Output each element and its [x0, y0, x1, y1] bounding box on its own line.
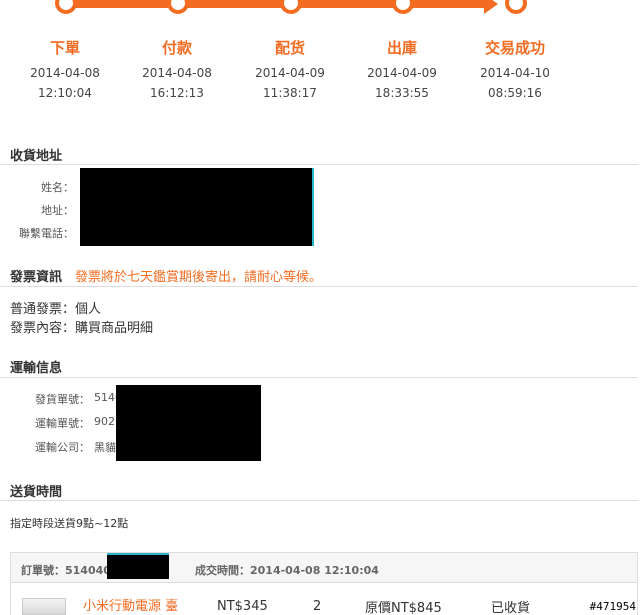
order-status: 已收貨	[491, 601, 531, 615]
step-time: 16:12:13	[150, 86, 204, 100]
divider	[0, 500, 638, 501]
order-box: 訂單號：514040 成交時間：2014-04-08 12:10:04 小米行動…	[10, 552, 638, 615]
product-price: NT$345	[217, 599, 268, 614]
step-dot	[280, 0, 302, 14]
step-label: 交易成功	[484, 39, 545, 57]
divider	[0, 164, 638, 165]
divider	[0, 377, 638, 378]
deal-time: 成交時間：2014-04-08 12:10:04	[195, 564, 379, 577]
step-label: 下單	[49, 39, 80, 57]
redacted-order-number	[107, 553, 169, 579]
delivery-text: 指定時段送貨9點~12點	[10, 517, 129, 530]
tracking-no-label: 運輸單號：	[35, 417, 90, 430]
step-time: 18:33:55	[375, 86, 429, 100]
original-price: 原價NT$845	[365, 601, 442, 615]
carrier-label: 運輸公司：	[35, 441, 90, 454]
step-date: 2014-04-08	[30, 66, 100, 80]
product-qty: 2	[313, 599, 322, 614]
name-label: 姓名：	[41, 181, 74, 194]
product-name-link[interactable]: 小米行動電源 臺	[83, 595, 178, 614]
redacted-shipping-block	[116, 385, 261, 461]
ship-no-label: 發貨單號：	[35, 393, 90, 406]
order-progress: 下單 2014-04-08 12:10:04 付款 2014-04-08 16:…	[0, 0, 640, 110]
address-label: 地址：	[41, 204, 74, 217]
order-number: 訂單號：514040	[21, 564, 111, 577]
invoice-content: 發票內容：購買商品明細	[10, 321, 154, 336]
step-time: 12:10:04	[38, 86, 92, 100]
invoice-type: 普通發票：個人	[10, 302, 102, 317]
invoice-notice: 發票將於七天鑑賞期後寄出，請耐心等候。	[75, 270, 323, 285]
step-date: 2014-04-09	[367, 66, 437, 80]
phone-label: 聯繫電話：	[19, 227, 74, 240]
product-thumbnail[interactable]	[22, 598, 66, 615]
invoice-title: 發票資訊	[10, 270, 63, 285]
step-label: 出庫	[386, 39, 417, 57]
step-dot	[392, 0, 414, 14]
step-date: 2014-04-10	[480, 66, 550, 80]
divider	[0, 286, 638, 287]
step-dot	[167, 0, 189, 14]
step-time: 11:38:17	[263, 86, 317, 100]
step-time: 08:59:16	[488, 86, 542, 100]
step-date: 2014-04-08	[142, 66, 212, 80]
step-label: 配货	[274, 39, 305, 57]
order-header: 訂單號：514040 成交時間：2014-04-08 12:10:04	[11, 553, 637, 583]
step-label: 付款	[161, 39, 192, 57]
redacted-address-block	[80, 168, 314, 246]
delivery-title: 送貨時間	[10, 485, 63, 500]
progress-line	[62, 0, 488, 8]
watermark: #471954	[589, 600, 636, 613]
shipping-title: 運輸信息	[10, 361, 63, 376]
step-dot	[55, 0, 77, 14]
carrier-value: 黑貓	[94, 441, 116, 454]
progress-arrow	[484, 0, 498, 14]
step-dot	[505, 0, 527, 14]
step-date: 2014-04-09	[255, 66, 325, 80]
address-title: 收貨地址	[10, 149, 63, 164]
